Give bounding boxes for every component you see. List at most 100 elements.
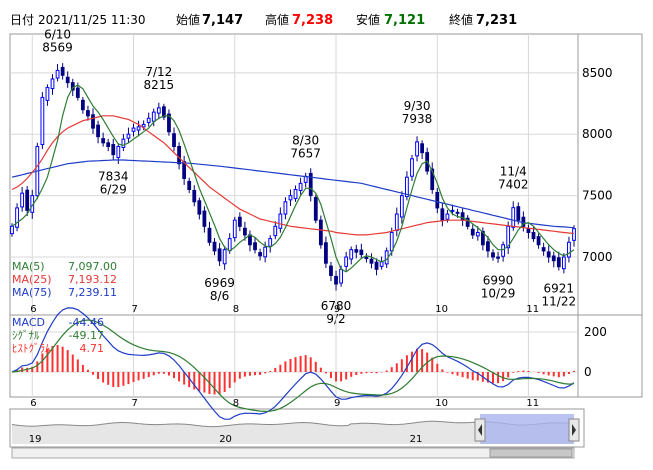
navigator-selection[interactable] — [480, 414, 574, 444]
candle-body — [546, 251, 551, 258]
candle-body — [131, 127, 136, 132]
candle-body — [136, 126, 141, 131]
annotation-line1: 9/30 — [404, 99, 431, 113]
candle-body — [253, 242, 257, 251]
price-legend-value: 7,239.11 — [68, 286, 117, 299]
candle-body — [450, 209, 455, 212]
candle-body — [364, 257, 369, 260]
candle-body — [106, 142, 111, 148]
macd-legend-label: MACD — [12, 316, 45, 329]
candle-body — [486, 241, 490, 252]
candle-body — [237, 216, 242, 227]
annotation-line1: 6990 — [483, 273, 514, 287]
candle-body — [192, 189, 197, 203]
candle-body — [410, 158, 414, 177]
candle-body — [40, 96, 45, 146]
macd-x-tick-label: 8 — [233, 398, 239, 409]
candle-body — [359, 249, 364, 256]
candle-body — [561, 256, 566, 270]
candle-body — [379, 261, 384, 267]
candle-body — [349, 249, 354, 260]
price-legend-label: MA(75) — [12, 286, 52, 299]
candle-body — [86, 110, 90, 117]
header-bar: 日付 2021/11/25 11:30 始値 7,147 高値 7,238 安値… — [10, 12, 517, 28]
navigator-x-label: 21 — [410, 434, 423, 445]
price-tick-label: 7000 — [582, 250, 613, 264]
candle-body — [288, 195, 293, 201]
open-label: 始値 — [176, 12, 200, 27]
candle-body — [491, 252, 495, 258]
annotation-line2: 8/6 — [210, 289, 229, 303]
candle-body — [324, 242, 328, 264]
navigator-x-label: 19 — [29, 434, 42, 445]
macd-legend-label: ｼｸﾞﾅﾙ — [12, 329, 40, 342]
candle-body — [187, 180, 192, 190]
macd-x-axis: 6 7 8 9 10 11 — [30, 398, 539, 409]
price-legend: MA(5) 7,097.00 MA(25) 7,193.12 MA(75) 7,239.1… — [12, 260, 117, 299]
ma75-line — [11, 159, 575, 229]
candle-body — [50, 78, 55, 90]
candle-body — [420, 143, 425, 154]
candle-body — [501, 244, 506, 257]
annotation-line1: 11/4 — [500, 165, 527, 179]
annotation-line2: 11/22 — [542, 295, 577, 309]
candle-body — [273, 225, 278, 237]
chart-canvas: 日付 2021/11/25 11:30 始値 7,147 高値 7,238 安値… — [9, 12, 643, 459]
candle-body — [369, 258, 374, 264]
price-legend-label: MA(25) — [12, 273, 52, 286]
navigator-x-label: 20 — [219, 434, 232, 445]
candle-body — [45, 87, 50, 101]
candle-body — [354, 249, 359, 253]
candle-body — [91, 114, 95, 129]
high-label: 高値 — [265, 12, 289, 27]
candle-body — [551, 255, 556, 262]
macd-x-tick-label: 6 — [30, 398, 36, 409]
candle-body — [440, 208, 445, 221]
annotation-line1: 6921 — [544, 282, 575, 296]
price-tick-label: 7500 — [582, 189, 613, 203]
macd-x-tick-label: 9 — [334, 398, 340, 409]
candle-body — [389, 231, 394, 252]
annotation-line2: 7938 — [402, 112, 433, 126]
candle-body — [445, 213, 450, 220]
macd-x-tick-label: 11 — [526, 398, 539, 409]
candle-body — [248, 234, 252, 246]
candle-body — [268, 238, 273, 247]
candle-body — [516, 206, 521, 221]
candle-body — [496, 256, 500, 259]
navigator-scroll-thumb[interactable] — [489, 448, 573, 458]
navigator[interactable]: 19 20 21 — [11, 414, 580, 459]
candle-body — [177, 146, 181, 165]
candle-body — [101, 138, 106, 144]
candle-body — [121, 138, 126, 148]
candle-body — [232, 219, 237, 239]
candle-body — [334, 275, 338, 285]
candle-body — [222, 249, 227, 265]
low-label: 安値 — [356, 12, 380, 27]
candle-body — [60, 66, 65, 76]
open-value: 7,147 — [202, 13, 243, 28]
price-x-axis: 6 7 8 9 10 11 — [30, 304, 539, 315]
candle-body — [172, 133, 176, 148]
candle-body — [207, 227, 212, 243]
candle-body — [531, 231, 536, 240]
price-x-tick-label: 8 — [233, 304, 239, 315]
candle-body — [394, 213, 399, 232]
annotation-line2: 7402 — [498, 178, 529, 192]
candle-body — [65, 76, 70, 84]
candle-body — [344, 256, 349, 267]
price-tick-label: 8500 — [582, 66, 613, 80]
annotation-line1: 7834 — [98, 170, 129, 184]
candle-body — [470, 228, 475, 236]
annotation-line1: 6780 — [321, 299, 352, 313]
candle-body — [116, 146, 121, 159]
macd-tick-label: 0 — [584, 365, 592, 379]
candle-body — [111, 144, 116, 156]
candle-body — [10, 225, 14, 235]
annotation-line1: 6969 — [204, 276, 235, 290]
candle-body — [146, 117, 151, 123]
candle-body — [339, 268, 343, 284]
candle-body — [556, 257, 561, 268]
price-x-tick-label: 11 — [526, 304, 539, 315]
annotation-line1: 7/12 — [145, 65, 172, 79]
